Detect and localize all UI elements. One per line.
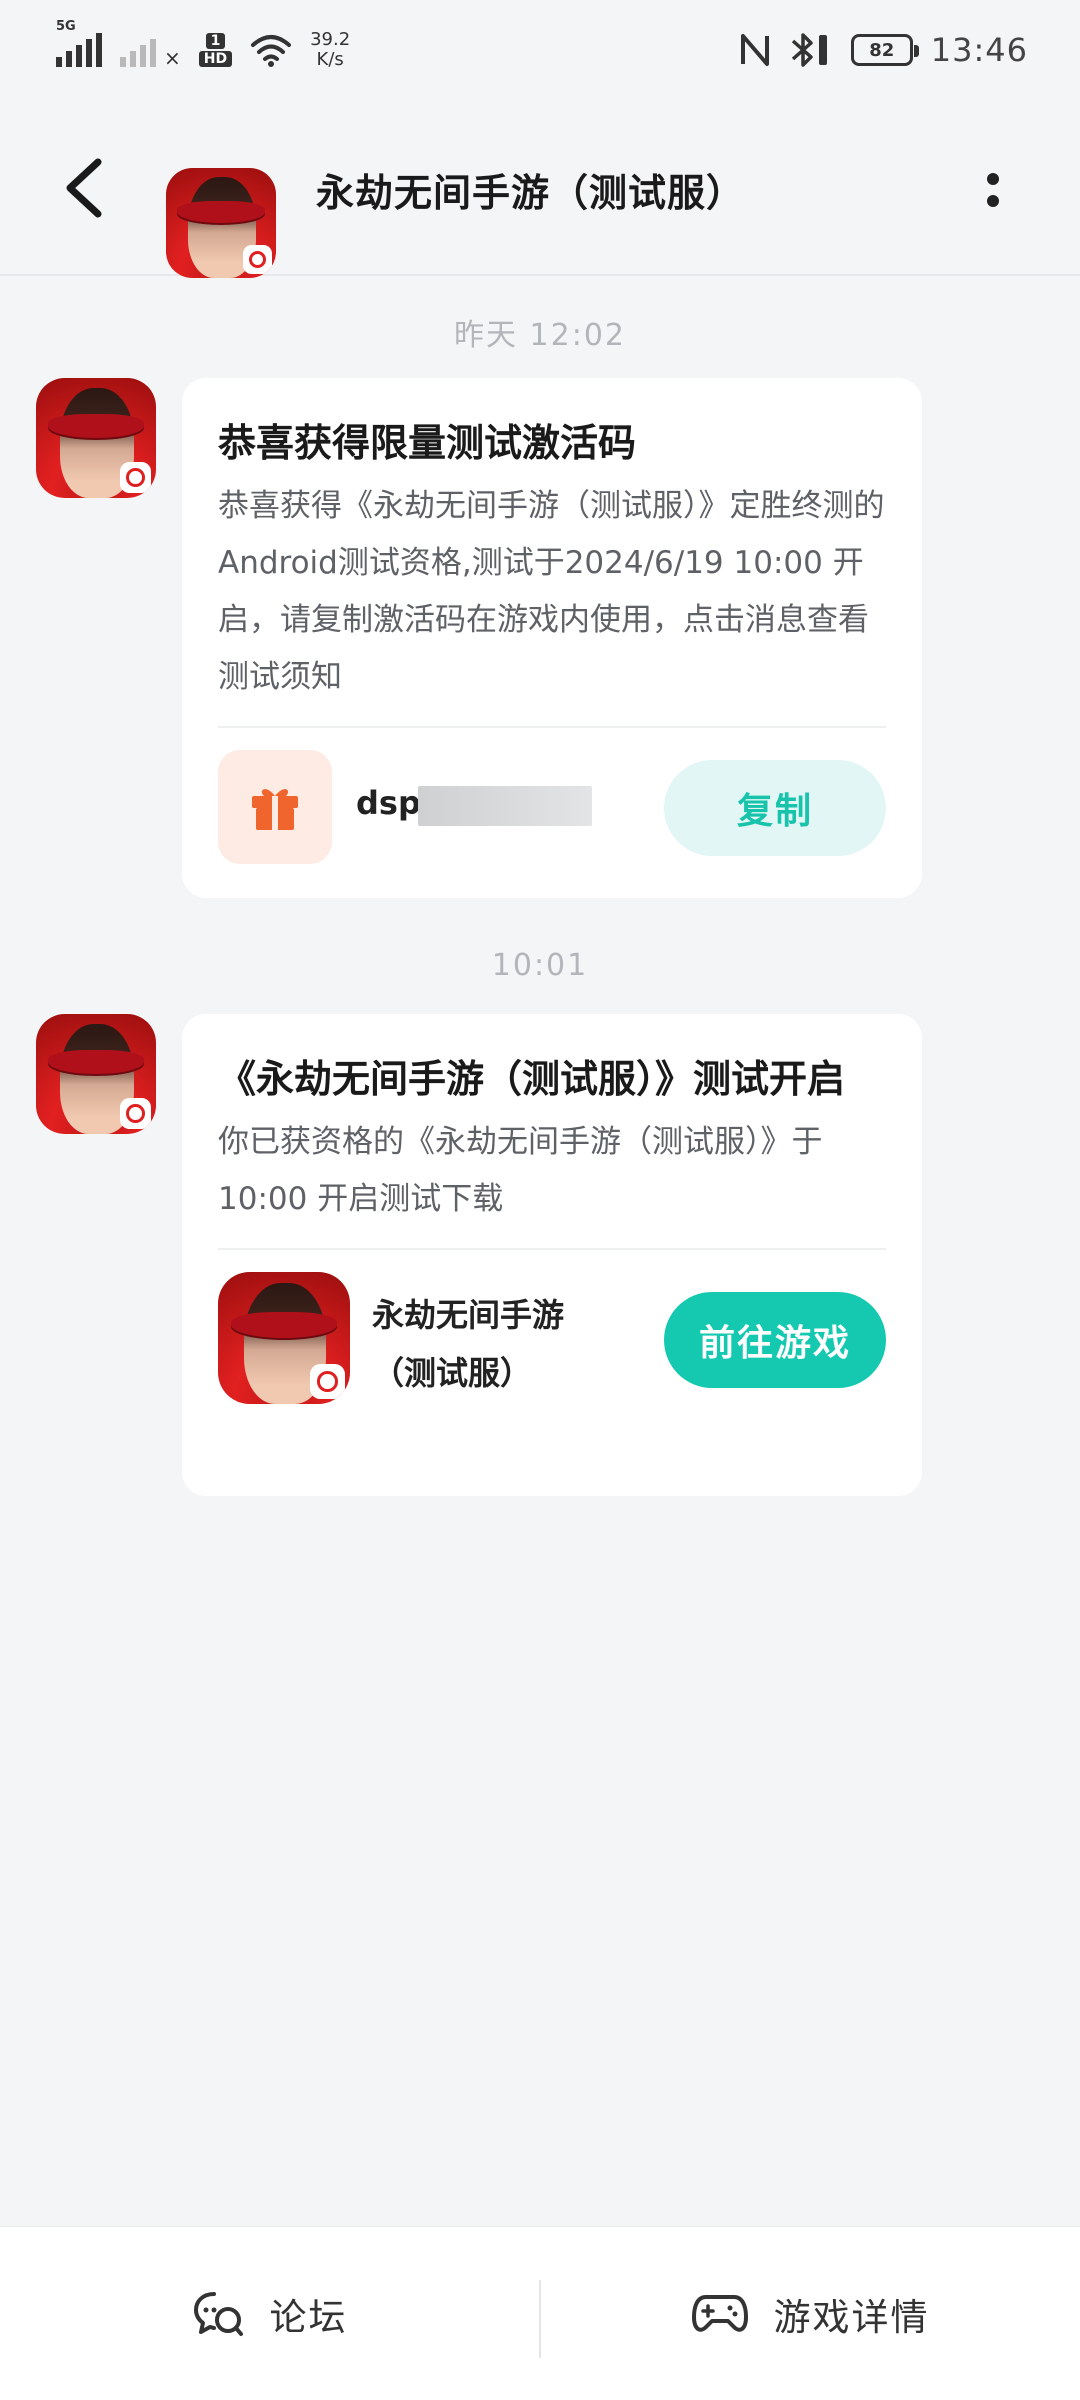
cellular-signal-2-icon (120, 33, 156, 67)
hd-icon: 1 HD (198, 33, 233, 67)
go-to-game-button[interactable]: 前往游戏 (664, 1292, 886, 1388)
game-detail-button[interactable]: 游戏详情 (541, 2227, 1080, 2400)
game-detail-label: 游戏详情 (773, 2295, 930, 2339)
message-body: 恭喜获得《永劫无间手游（测试服）》定胜终测的Android测试资格,测试于202… (218, 488, 885, 695)
netease-logo-icon (243, 245, 272, 274)
bottom-bar: 论坛 游戏详情 (0, 2226, 1080, 2400)
forum-chat-icon (193, 2291, 243, 2336)
status-bar: 5G × 1 HD 39.2 K/s 82 13:46 (0, 0, 1080, 100)
netease-logo-icon (310, 1364, 345, 1399)
sender-avatar[interactable] (36, 378, 156, 498)
status-time: 13:46 (930, 31, 1028, 69)
cellular-signal-icon: 5G (56, 19, 102, 67)
message-body: 你已获资格的《永劫无间手游（测试服）》于 10:00 开启测试下载 (218, 1124, 823, 1217)
back-arrow-icon[interactable] (60, 156, 108, 220)
netease-logo-icon (120, 1098, 152, 1130)
forum-button[interactable]: 论坛 (0, 2227, 539, 2400)
forum-label: 论坛 (269, 2295, 348, 2339)
gamepad-icon (691, 2294, 748, 2332)
battery-icon: 82 (850, 34, 919, 66)
activation-code-card[interactable]: 恭喜获得限量测试激活码 恭喜获得《永劫无间手游（测试服）》定胜终测的Androi… (182, 378, 922, 898)
bluetooth-icon (791, 33, 827, 67)
test-open-card[interactable]: 《永劫无间手游（测试服）》测试开启 你已获资格的《永劫无间手游（测试服）》于 1… (182, 1014, 922, 1496)
message-timestamp: 昨天 12:02 (454, 318, 626, 353)
network-type-label: 5G (56, 19, 76, 34)
message-title: 《永劫无间手游（测试服）》测试开启 (218, 1057, 846, 1101)
activation-code: dsp (356, 784, 421, 822)
copy-button[interactable]: 复制 (664, 760, 886, 856)
page-title: 永劫无间手游（测试服） (316, 171, 746, 215)
network-speed: 39.2 K/s (310, 29, 351, 70)
wifi-icon (251, 35, 292, 67)
sender-avatar[interactable] (36, 1014, 156, 1134)
message-timestamp: 10:01 (491, 948, 589, 983)
game-avatar[interactable] (166, 168, 276, 278)
no-service-icon: × (164, 46, 181, 70)
battery-level: 82 (869, 39, 895, 61)
game-name: 永劫无间手游（测试服） (372, 1296, 565, 1392)
gift-icon (218, 750, 332, 864)
message-title: 恭喜获得限量测试激活码 (218, 421, 637, 465)
more-menu-icon[interactable] (978, 160, 1008, 220)
activation-code-redacted (418, 786, 592, 826)
chat-header: 永劫无间手游（测试服） (0, 100, 1080, 278)
nfc-icon (740, 34, 769, 66)
game-icon[interactable] (218, 1272, 350, 1404)
netease-logo-icon (120, 462, 152, 494)
